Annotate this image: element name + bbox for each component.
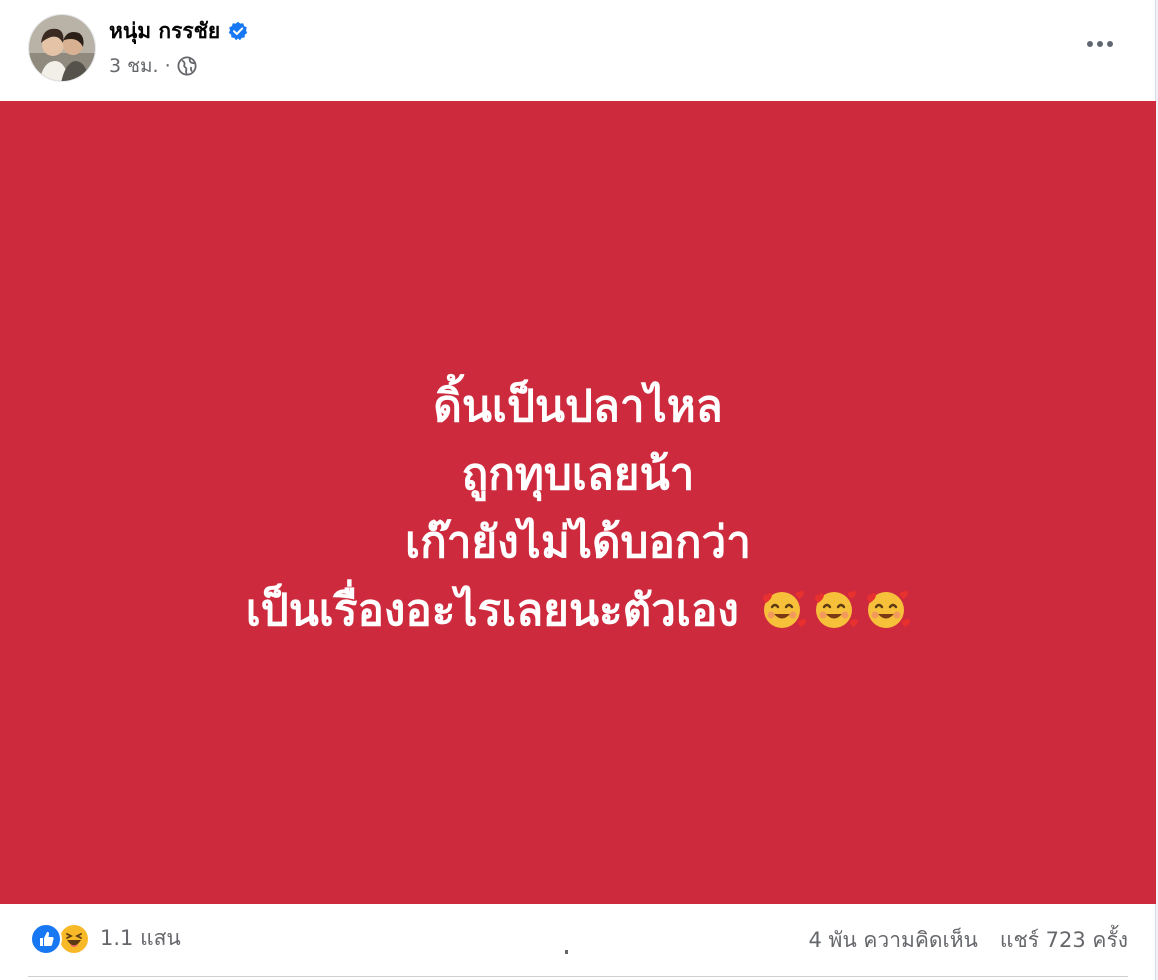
post-meta: 3 ชม. · bbox=[109, 52, 197, 80]
more-options-dot bbox=[1097, 41, 1103, 47]
post-content-background: ดิ้นเป็นปลาไหล ถูกทุบเลยน้า เก๊ายังไม่ได… bbox=[0, 101, 1156, 904]
post-text: ดิ้นเป็นปลาไหล ถูกทุบเลยน้า เก๊ายังไม่ได… bbox=[246, 373, 911, 645]
engagement-stats: 4 พัน ความคิดเห็น แชร์ 723 ครั้ง bbox=[808, 924, 1128, 957]
smiling-face-with-hearts-emoji-icon bbox=[758, 585, 807, 633]
post-timestamp[interactable]: 3 ชม. bbox=[109, 51, 159, 81]
like-reaction-icon bbox=[30, 922, 62, 955]
author-name[interactable]: หนุ่ม กรรชัย bbox=[109, 15, 220, 48]
more-options-dot bbox=[1107, 41, 1113, 47]
verified-badge-icon bbox=[228, 21, 248, 41]
globe-icon[interactable] bbox=[177, 56, 197, 76]
haha-reaction-icon bbox=[58, 922, 90, 955]
divider-dot bbox=[565, 950, 568, 954]
reactions-summary[interactable]: 1.1 แสน bbox=[30, 922, 181, 955]
author-line: หนุ่ม กรรชัย bbox=[109, 14, 248, 48]
author-avatar[interactable] bbox=[28, 14, 96, 82]
post-text-line-with-emoji: เป็นเรื่องอะไรเลยนะตัวเอง bbox=[246, 577, 911, 645]
avatar-photo-icon bbox=[29, 15, 95, 81]
footer-divider bbox=[28, 976, 1128, 977]
smiling-face-with-hearts-emoji-icon bbox=[810, 585, 859, 633]
post-footer: 1.1 แสน 4 พัน ความคิดเห็น แชร์ 723 ครั้ง bbox=[0, 904, 1156, 980]
post-text-line: เป็นเรื่องอะไรเลยนะตัวเอง bbox=[245, 584, 739, 636]
post-card: หนุ่ม กรรชัย 3 ชม. · ดิ้นเป็นปลาไหล ถูกท… bbox=[0, 0, 1156, 980]
post-text-line: ดิ้นเป็นปลาไหล bbox=[433, 380, 723, 432]
reaction-count: 1.1 แสน bbox=[100, 926, 181, 950]
post-header: หนุ่ม กรรชัย 3 ชม. · bbox=[0, 0, 1156, 101]
meta-separator: · bbox=[164, 55, 171, 77]
post-text-line: ถูกทุบเลยน้า bbox=[461, 448, 695, 500]
more-options-icon bbox=[1087, 41, 1093, 47]
shares-count-link[interactable]: แชร์ 723 ครั้ง bbox=[1000, 924, 1128, 957]
post-text-line: เก๊ายังไม่ได้บอกว่า bbox=[405, 516, 751, 568]
comments-count-link[interactable]: 4 พัน ความคิดเห็น bbox=[808, 924, 977, 957]
more-options-button[interactable] bbox=[1078, 24, 1122, 64]
smiling-face-with-hearts-emoji-icon bbox=[862, 585, 911, 633]
